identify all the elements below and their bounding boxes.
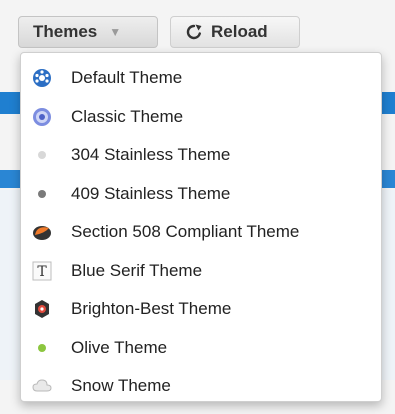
menu-item-section-508-compliant-theme[interactable]: Section 508 Compliant Theme <box>21 213 381 252</box>
light-dot-icon <box>31 144 53 166</box>
menu-item-label: Blue Serif Theme <box>71 260 203 280</box>
app-stage: Themes ▼ Reload Default Theme Classic Th… <box>0 0 395 414</box>
menu-item-409-stainless-theme[interactable]: 409 Stainless Theme <box>21 175 381 214</box>
circle-target-icon <box>31 106 53 128</box>
menu-item-snow-theme[interactable]: Snow Theme <box>21 367 381 406</box>
svg-text:T: T <box>37 264 47 280</box>
menu-item-label: Default Theme <box>71 68 183 88</box>
themes-button-label: Themes <box>33 22 98 41</box>
themes-dropdown-button[interactable]: Themes ▼ <box>18 16 158 48</box>
serif-t-icon: T <box>31 260 53 282</box>
menu-item-default-theme[interactable]: Default Theme <box>21 59 381 98</box>
menu-item-olive-theme[interactable]: Olive Theme <box>21 329 381 368</box>
contrast-ball-icon <box>31 221 53 243</box>
menu-item-label: Section 508 Compliant Theme <box>71 222 300 242</box>
menu-item-label: Brighton-Best Theme <box>71 299 232 319</box>
menu-item-label: Olive Theme <box>71 337 168 357</box>
chevron-down-icon: ▼ <box>109 25 122 39</box>
themes-menu: Default Theme Classic Theme 304 Stainles… <box>20 52 382 402</box>
menu-item-304-stainless-theme[interactable]: 304 Stainless Theme <box>21 136 381 175</box>
menu-item-label: Snow Theme <box>71 376 171 396</box>
menu-item-brighton-best-theme[interactable]: Brighton-Best Theme <box>21 290 381 329</box>
dark-dot-icon <box>31 183 53 205</box>
menu-item-label: 304 Stainless Theme <box>71 145 231 165</box>
menu-item-label: 409 Stainless Theme <box>71 183 231 203</box>
menu-item-classic-theme[interactable]: Classic Theme <box>21 98 381 137</box>
reload-icon <box>185 23 203 41</box>
menu-item-blue-serif-theme[interactable]: T Blue Serif Theme <box>21 252 381 291</box>
green-dot-icon <box>31 337 53 359</box>
toolbar: Themes ▼ Reload <box>18 16 300 48</box>
reload-button[interactable]: Reload <box>170 16 300 48</box>
cog-dots-icon <box>31 67 53 89</box>
badge-icon <box>31 298 53 320</box>
reload-button-label: Reload <box>211 22 268 41</box>
cloud-icon <box>31 375 53 397</box>
menu-item-label: Classic Theme <box>71 106 184 126</box>
